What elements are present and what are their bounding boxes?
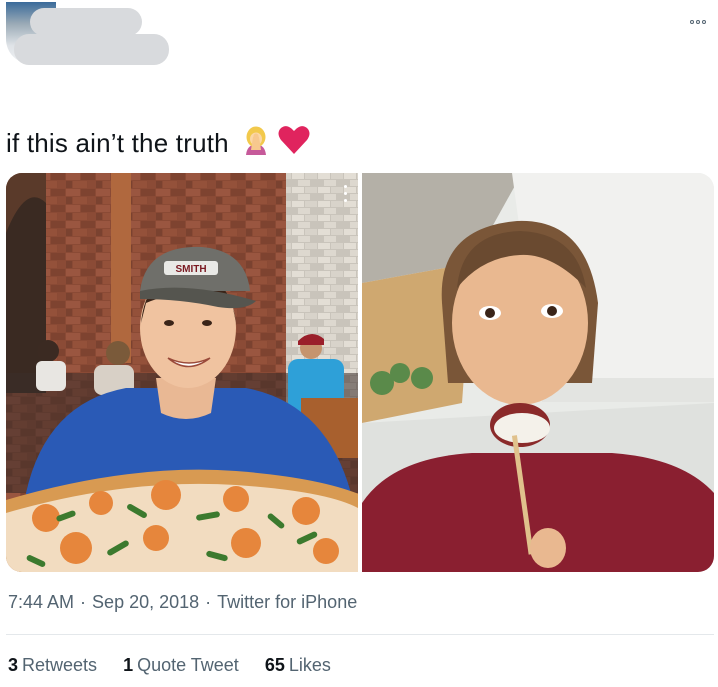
retweets-stat[interactable]: 3 Retweets xyxy=(8,655,97,676)
redacted-display-name xyxy=(30,8,142,36)
divider xyxy=(6,634,714,635)
redacted-username xyxy=(14,34,169,65)
more-options-icon[interactable] xyxy=(686,14,710,30)
tweet-text: if this ain’t the truth xyxy=(6,124,311,163)
cap-logo-text: SMITH xyxy=(175,264,206,275)
separator: · xyxy=(205,592,212,612)
tweet-text-content: if this ain’t the truth xyxy=(6,128,229,158)
separator: · xyxy=(80,592,87,612)
tweet-stats: 3 Retweets 1 Quote Tweet 65 Likes xyxy=(8,655,331,676)
quotes-count: 1 xyxy=(123,655,134,675)
quotes-label: Quote Tweet xyxy=(137,655,239,675)
tweet-time[interactable]: 7:44 AM xyxy=(8,592,74,612)
retweets-label: Retweets xyxy=(22,655,98,675)
photo-girl-eating-sushi[interactable] xyxy=(362,173,714,572)
quote-tweets-stat[interactable]: 1 Quote Tweet xyxy=(123,655,239,676)
retweets-count: 3 xyxy=(8,655,19,675)
tweet-metadata: 7:44 AM · Sep 20, 2018 · Twitter for iPhone xyxy=(8,592,357,613)
likes-stat[interactable]: 65 Likes xyxy=(265,655,331,676)
likes-count: 65 xyxy=(264,655,285,675)
tweet-source-link[interactable]: Twitter for iPhone xyxy=(217,592,357,612)
red-heart-emoji xyxy=(277,124,311,163)
photo-guy-with-pizza[interactable]: SMITH xyxy=(6,173,358,572)
likes-label: Likes xyxy=(288,655,331,675)
tweet-date[interactable]: Sep 20, 2018 xyxy=(92,592,199,612)
media-grid: SMITH xyxy=(6,173,714,572)
woman-facepalming-emoji xyxy=(241,124,271,163)
